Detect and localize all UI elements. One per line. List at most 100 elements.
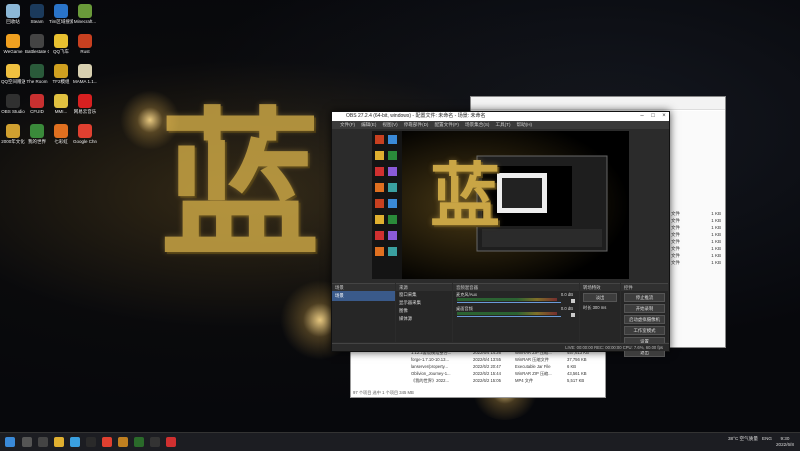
minimize-icon[interactable]: – bbox=[637, 112, 647, 121]
minecraft-icon[interactable] bbox=[134, 437, 144, 447]
app-icon bbox=[6, 94, 20, 108]
app-icon bbox=[78, 34, 92, 48]
weather-info[interactable]: 38°C 空气质量 bbox=[728, 436, 758, 442]
source-item[interactable]: 显示器采集 bbox=[396, 299, 452, 307]
desktop-icon[interactable]: CFUID bbox=[25, 94, 49, 114]
control-button[interactable]: 启动虚拟摄像机 bbox=[624, 315, 665, 324]
desktop-icon[interactable]: TF2模组 bbox=[49, 64, 73, 84]
preview-desktop-icon bbox=[375, 247, 384, 256]
app-icon[interactable] bbox=[118, 437, 128, 447]
control-button[interactable]: 开始录制 bbox=[624, 304, 665, 313]
menu-item[interactable]: 文件(F) bbox=[340, 121, 355, 129]
mixer-header: 音频混音器 bbox=[453, 284, 579, 291]
source-item[interactable]: 图像 bbox=[396, 307, 452, 315]
menu-item[interactable]: 编辑(E) bbox=[361, 121, 376, 129]
speaker-icon[interactable] bbox=[571, 313, 575, 317]
mixer-channel: 桌面音频 0.0 dB bbox=[453, 305, 579, 319]
explorer-row[interactable]: 文件 1 KB bbox=[667, 211, 725, 218]
desktop-icon[interactable]: Rust bbox=[73, 34, 97, 54]
desktop-icon[interactable]: OBS Studio bbox=[1, 94, 25, 114]
app-icon bbox=[54, 94, 68, 108]
desktop-icon[interactable]: 七彩虹 bbox=[49, 124, 73, 144]
desktop-icon[interactable]: 2000年文化 bbox=[1, 124, 25, 144]
maximize-icon[interactable]: □ bbox=[648, 112, 658, 121]
desktop-icon[interactable]: 网易云音乐 bbox=[73, 94, 97, 114]
explorer-status: 97 个项目 选中 1 个项目 345 MB bbox=[353, 390, 414, 395]
desktop-icon[interactable]: The Room bbox=[25, 64, 49, 84]
task-view-icon[interactable] bbox=[38, 437, 48, 447]
file-size: 37,756 KB bbox=[567, 357, 587, 362]
preview-desktop-icon bbox=[375, 135, 384, 144]
row-size: 1 KB bbox=[711, 260, 721, 265]
clock[interactable]: 9:30 2022/6/8 bbox=[776, 436, 794, 448]
windows-start-icon[interactable] bbox=[5, 437, 15, 447]
language-indicator[interactable]: ENG bbox=[762, 436, 772, 442]
desktop-icon[interactable]: 我的世界 bbox=[25, 124, 49, 144]
menu-item[interactable]: 配置文件(P) bbox=[434, 121, 459, 129]
row-size: 1 KB bbox=[711, 211, 721, 216]
menu-item[interactable]: 停靠部件(D) bbox=[404, 121, 429, 129]
menu-item[interactable]: 工具(T) bbox=[495, 121, 510, 129]
row-size: 1 KB bbox=[711, 239, 721, 244]
desktop-icon[interactable]: QQ飞车 bbox=[49, 34, 73, 54]
obs-preview[interactable]: 蓝 bbox=[372, 131, 629, 279]
desktop-icon[interactable]: MMI... bbox=[49, 94, 73, 114]
explorer-row[interactable]: 文件 1 KB bbox=[667, 253, 725, 260]
desktop-icon[interactable]: Minecraft... bbox=[73, 4, 97, 24]
menu-item[interactable]: 视图(V) bbox=[382, 121, 397, 129]
desktop-icon[interactable]: 回收站 bbox=[1, 4, 25, 24]
source-item[interactable]: 媒体源 bbox=[396, 315, 452, 323]
scenes-header: 场景 bbox=[332, 284, 395, 291]
menu-item[interactable]: 场景集合(S) bbox=[465, 121, 490, 129]
source-item[interactable]: 窗口采集 bbox=[396, 291, 452, 299]
desktop-icon[interactable]: WeGame bbox=[1, 34, 25, 54]
desktop-icon[interactable]: QQ空间赠送工具 bbox=[1, 64, 25, 84]
file-row[interactable]: 《我的世界》2022... 2022/6/2 15:05 MP4 文件 5,517 K… bbox=[351, 377, 605, 384]
app-icon[interactable] bbox=[86, 437, 96, 447]
scene-item[interactable]: 场景 bbox=[332, 291, 395, 301]
menu-item[interactable]: 帮助(H) bbox=[517, 121, 533, 129]
explorer-row[interactable]: 文件 1 KB bbox=[667, 246, 725, 253]
file-type: WinRAR ZIP 压缩... bbox=[515, 371, 552, 376]
file-row[interactable]: lanserver/property... 2022/6/2 20:47 Execu… bbox=[351, 363, 605, 370]
desktop-icon[interactable]: MAMA 1.1... bbox=[73, 64, 97, 84]
desktop-icon[interactable]: Battlestate Games L... bbox=[25, 34, 49, 54]
scenes-panel: 场景 场景 bbox=[332, 283, 395, 342]
obs-icon[interactable] bbox=[150, 437, 160, 447]
app-icon bbox=[54, 34, 68, 48]
file-size: 43,561 KB bbox=[567, 371, 587, 376]
speaker-icon[interactable] bbox=[571, 299, 575, 303]
file-date: 2022/6/2 15:05 bbox=[473, 378, 501, 383]
explorer-row[interactable]: 文件 1 KB bbox=[667, 239, 725, 246]
volume-slider[interactable] bbox=[457, 316, 561, 317]
taskbar: 38°C 空气质量 ENG 9:30 2022/6/8 bbox=[0, 432, 800, 451]
control-button[interactable]: 停止推流 bbox=[624, 293, 665, 302]
explorer-row[interactable]: 文件 1 KB bbox=[667, 232, 725, 239]
preview-desktop-icon bbox=[375, 215, 384, 224]
file-explorer-icon[interactable] bbox=[54, 437, 64, 447]
desktop-icon[interactable]: Google Chrome bbox=[73, 124, 97, 144]
obs-window[interactable]: OBS 27.2.4 (64-bit, windows) - 配置文件: 未命名… bbox=[331, 111, 670, 357]
file-row[interactable]: forge-1.7.10-10.13... 2022/6/4 13:55 WinRA… bbox=[351, 356, 605, 363]
transitions-header: 转场特效 bbox=[580, 284, 620, 291]
transitions-panel: 转场特效 淡出 时长 300 ms bbox=[580, 283, 620, 342]
file-row[interactable]: Oblivion_Journey-1... 2022/6/2 15:44 WinRA… bbox=[351, 370, 605, 377]
app-icon bbox=[6, 64, 20, 78]
preview-desktop-icon bbox=[375, 167, 384, 176]
transition-select[interactable]: 淡出 bbox=[583, 293, 617, 302]
desktop-icon-label: Minecraft... bbox=[73, 19, 97, 24]
close-icon[interactable]: × bbox=[659, 112, 669, 121]
chrome-icon[interactable] bbox=[102, 437, 112, 447]
explorer-row[interactable]: 文件 1 KB bbox=[667, 260, 725, 267]
desktop-icon[interactable]: Tim区域搜索 bbox=[49, 4, 73, 24]
explorer-row[interactable]: 文件 1 KB bbox=[667, 218, 725, 225]
desktop-icon[interactable]: Steam bbox=[25, 4, 49, 24]
edge-icon[interactable] bbox=[70, 437, 80, 447]
duration-value[interactable]: 300 ms bbox=[593, 305, 607, 310]
app-icon bbox=[78, 64, 92, 78]
app-icon[interactable] bbox=[166, 437, 176, 447]
explorer-row[interactable]: 文件 1 KB bbox=[667, 225, 725, 232]
control-button[interactable]: 工作室模式 bbox=[624, 326, 665, 335]
search-icon[interactable] bbox=[22, 437, 32, 447]
volume-slider[interactable] bbox=[457, 302, 561, 303]
